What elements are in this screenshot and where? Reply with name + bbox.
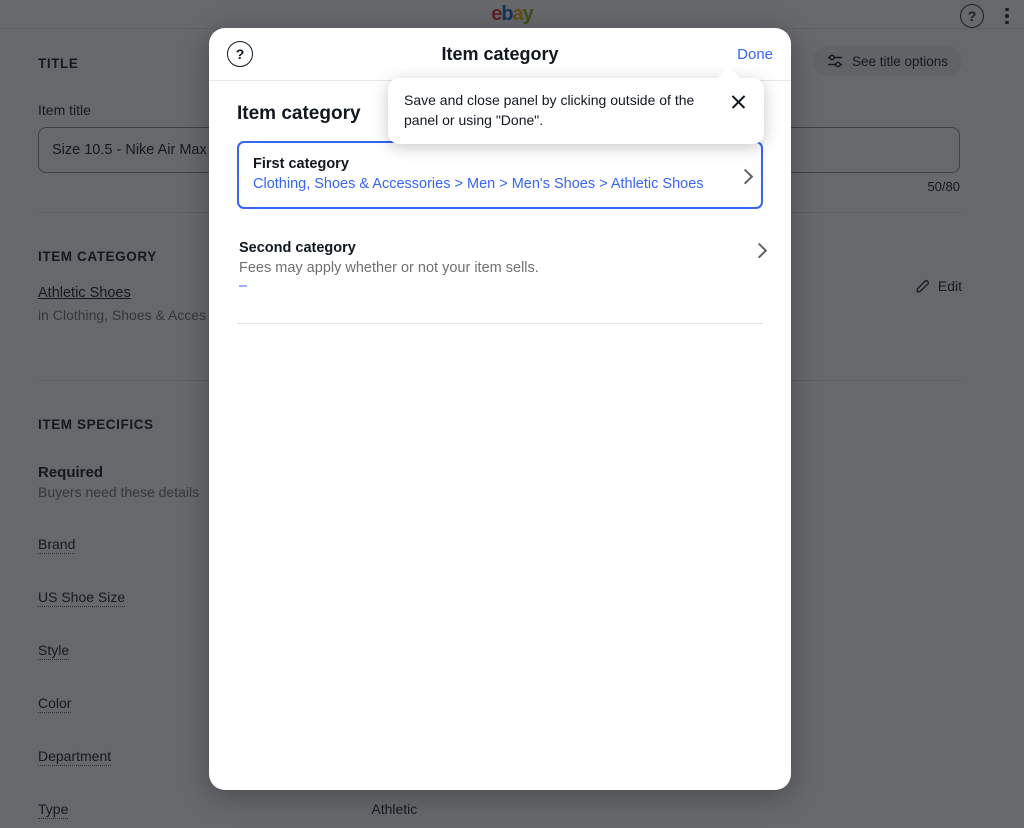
info-tooltip: Save and close panel by clicking outside… bbox=[388, 78, 764, 144]
modal-title: Item category bbox=[209, 44, 791, 65]
second-category-row[interactable]: Second category Fees may apply whether o… bbox=[237, 227, 763, 309]
modal-help-icon[interactable]: ? bbox=[227, 41, 253, 67]
modal-divider bbox=[237, 323, 763, 324]
second-category-title: Second category bbox=[239, 240, 723, 256]
second-category-value: – bbox=[239, 278, 723, 294]
chevron-right-icon bbox=[738, 169, 754, 185]
first-category-row[interactable]: First category Clothing, Shoes & Accesso… bbox=[237, 141, 763, 209]
first-category-title: First category bbox=[253, 156, 721, 172]
second-category-description: Fees may apply whether or not your item … bbox=[239, 260, 723, 276]
first-category-path: Clothing, Shoes & Accessories > Men > Me… bbox=[253, 176, 721, 192]
close-icon[interactable] bbox=[730, 93, 748, 111]
modal-header: ? Item category Done bbox=[209, 28, 791, 81]
done-button[interactable]: Done bbox=[737, 46, 773, 63]
chevron-right-icon bbox=[752, 243, 768, 259]
screen: ebay ? TITLE Item title Size 10.5 - Nike… bbox=[0, 0, 1024, 828]
tooltip-text: Save and close panel by clicking outside… bbox=[404, 91, 720, 131]
